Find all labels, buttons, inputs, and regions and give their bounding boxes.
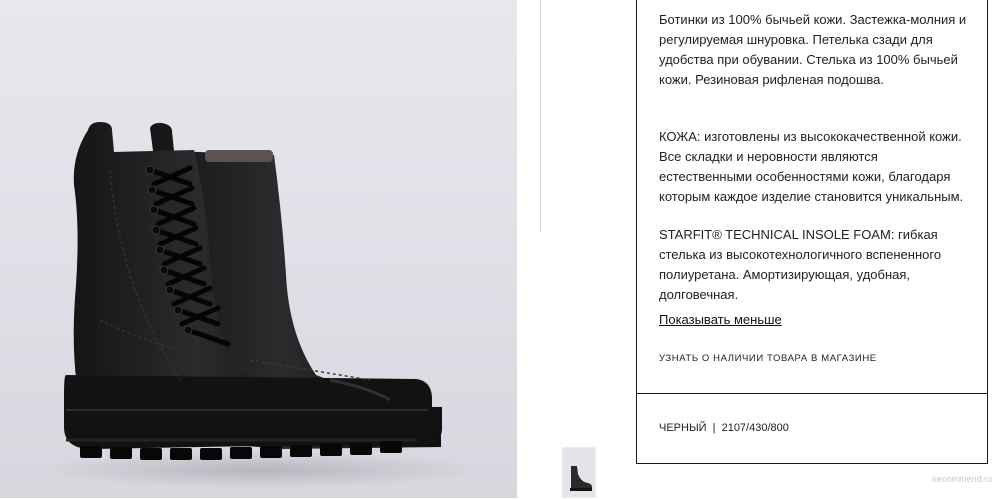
thumbnail-boot-icon — [570, 466, 592, 491]
boots-illustration — [40, 122, 480, 488]
panel-divider — [637, 393, 987, 394]
show-less-link[interactable]: Показывать меньше — [659, 310, 782, 330]
product-image[interactable] — [0, 0, 517, 498]
column-divider — [540, 0, 541, 232]
thumbnail-boots[interactable] — [562, 447, 596, 498]
color-separator: | — [712, 422, 716, 434]
product-info-panel: Ботинки из 100% бычьей кожи. Застежка-мо… — [636, 0, 988, 464]
color-reference: ЧЕРНЫЙ | 2107/430/800 — [659, 422, 789, 434]
watermark: irecommend.ru — [931, 474, 992, 484]
leather-description: КОЖА: изготовлены из высококачественной … — [659, 129, 964, 204]
store-availability-link[interactable]: УЗНАТЬ О НАЛИЧИИ ТОВАРА В МАГАЗИНЕ — [659, 353, 877, 364]
color-name: ЧЕРНЫЙ — [659, 422, 707, 434]
insole-description: STARFIT® TECHNICAL INSOLE FOAM: гибкая с… — [659, 227, 942, 302]
product-reference: 2107/430/800 — [721, 422, 789, 434]
product-description: Ботинки из 100% бычьей кожи. Застежка-мо… — [659, 12, 967, 87]
